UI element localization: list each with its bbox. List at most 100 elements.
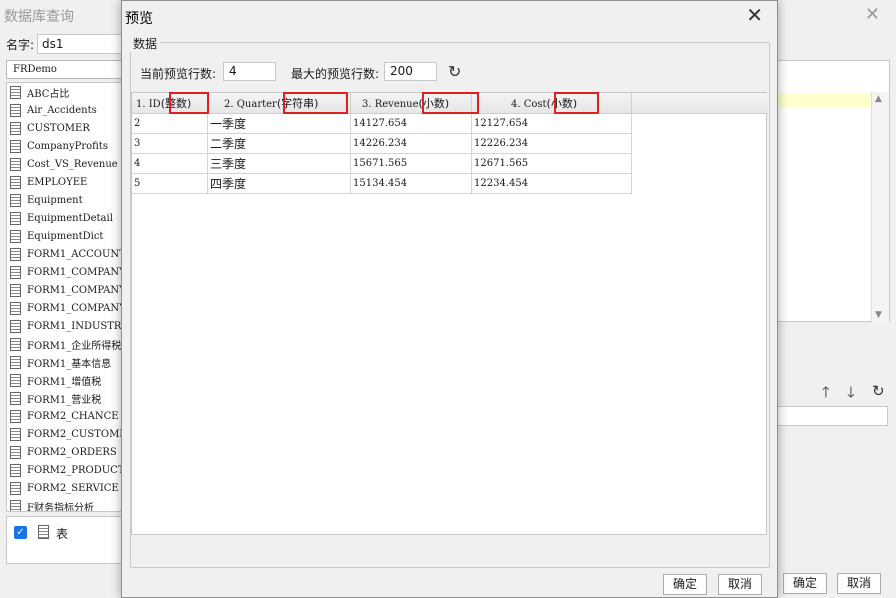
table-list-item[interactable]: FORM2_SERVICE — [7, 479, 122, 497]
table-icon — [10, 409, 21, 423]
table-list-item[interactable]: F财务指标分析 — [7, 497, 122, 511]
cell-cost: 12226.234 — [472, 134, 632, 154]
table-list-item[interactable]: CUSTOMER — [7, 119, 122, 137]
table-list-item[interactable]: FORM1_ACCOUNTTI — [7, 245, 122, 263]
cell-quarter: 一季度 — [208, 114, 351, 134]
table-icon — [38, 525, 49, 539]
table-icon — [10, 445, 21, 459]
table-list-item[interactable]: CompanyProfits — [7, 137, 122, 155]
column-type: (小数) — [418, 97, 450, 110]
table-list-label: FORM1_营业税 — [27, 394, 102, 406]
table-list-item[interactable]: FORM1_增值税 — [7, 371, 122, 389]
cell-id: 5 — [132, 174, 208, 194]
table-icon — [10, 211, 21, 225]
database-select[interactable]: FRDemo — [6, 60, 123, 79]
table-row[interactable]: 3 二季度 14226.234 12226.234 — [132, 134, 632, 154]
table-icon — [10, 85, 21, 99]
table-row[interactable]: 4 三季度 15671.565 12671.565 — [132, 154, 632, 174]
table-row[interactable]: 5 四季度 15134.454 12234.454 — [132, 174, 632, 194]
table-list-label: EMPLOYEE — [27, 176, 88, 188]
sql-editor-scrollbar[interactable]: ▲ ▼ — [871, 92, 889, 322]
cancel-button[interactable]: 取消 — [718, 574, 762, 595]
table-icon — [10, 355, 21, 369]
table-list-item[interactable]: Cost_VS_Revenue — [7, 155, 122, 173]
column-header-quarter[interactable]: 2. Quarter(字符串) — [208, 93, 351, 114]
table-list-item[interactable]: FORM1_COMPANYLIC — [7, 281, 122, 299]
table-list-item[interactable]: Air_Accidents — [7, 101, 122, 119]
cell-revenue: 15134.454 — [351, 174, 472, 194]
parameter-field[interactable] — [774, 406, 888, 426]
cell-id: 2 — [132, 114, 208, 134]
table-row[interactable]: 2 一季度 14127.654 12127.654 — [132, 114, 632, 134]
dialog-close-icon[interactable]: ✕ — [746, 3, 763, 27]
table-checkbox[interactable]: ✓ — [14, 526, 27, 539]
table-list-item[interactable]: FORM2_PRODUCT — [7, 461, 122, 479]
table-list-label: FORM2_CUSTOMER — [27, 428, 122, 440]
table-icon — [10, 337, 21, 351]
scroll-down-icon[interactable]: ▼ — [875, 310, 882, 320]
table-checkbox-label: 表 — [56, 527, 69, 541]
column-type: (小数) — [546, 97, 578, 110]
table-icon — [10, 319, 21, 333]
table-list-label: FORM1_增值税 — [27, 376, 102, 388]
table-list-item[interactable]: FORM1_基本信息 — [7, 353, 122, 371]
table-list-item[interactable]: EquipmentDict — [7, 227, 122, 245]
table-list-item[interactable]: FORM1_企业所得税 — [7, 335, 122, 353]
cell-id: 3 — [132, 134, 208, 154]
table-list-item[interactable]: EquipmentDetail — [7, 209, 122, 227]
table-list-item[interactable]: EMPLOYEE — [7, 173, 122, 191]
column-header-id[interactable]: 1. ID(整数) — [132, 93, 208, 114]
move-down-icon[interactable]: 🡓 — [847, 382, 855, 407]
refresh-icon[interactable]: ↻ — [448, 62, 461, 81]
bg-ok-button[interactable]: 确定 — [783, 573, 827, 594]
table-icon — [10, 193, 21, 207]
table-list-label: CUSTOMER — [27, 122, 90, 134]
table-list-item[interactable]: FORM2_CUSTOMER — [7, 425, 122, 443]
table-list-item[interactable]: FORM2_CHANCE — [7, 407, 122, 425]
table-list-item[interactable]: FORM1_COMPANY — [7, 263, 122, 281]
table-list-item[interactable]: FORM2_ORDERS — [7, 443, 122, 461]
move-up-icon[interactable]: 🡑 — [822, 382, 830, 407]
column-name: 1. ID — [136, 99, 161, 110]
bg-cancel-button[interactable]: 取消 — [837, 573, 881, 594]
table-list-label: CompanyProfits — [27, 140, 108, 152]
cell-cost: 12234.454 — [472, 174, 632, 194]
scroll-up-icon[interactable]: ▲ — [875, 94, 882, 104]
table-icon — [10, 391, 21, 405]
column-header-revenue[interactable]: 3. Revenue(小数) — [351, 93, 472, 114]
table-list-label: FORM2_SERVICE — [27, 482, 119, 494]
table-icon — [10, 139, 21, 153]
table-icon — [10, 499, 21, 511]
table-list-item[interactable]: Equipment — [7, 191, 122, 209]
name-input[interactable]: ds1 — [37, 34, 123, 54]
column-name: 3. Revenue — [362, 99, 419, 110]
table-list-label: FORM1_COMPANY — [27, 266, 123, 278]
table-list-item[interactable]: ABC占比 — [7, 83, 122, 101]
table-list-label: Air_Accidents — [27, 104, 97, 116]
table-icon — [10, 427, 21, 441]
table-icon — [10, 283, 21, 297]
table-list-item[interactable]: FORM1_营业税 — [7, 389, 122, 407]
cell-revenue: 14127.654 — [351, 114, 472, 134]
column-type: (整数) — [160, 97, 192, 110]
refresh-params-icon[interactable]: ↻ — [872, 382, 885, 400]
preview-dialog: 预览 ✕ 数据 当前预览行数: 4 最大的预览行数: 200 ↻ 1. ID(整… — [121, 0, 778, 598]
dialog-title: 预览 — [125, 11, 153, 27]
max-rows-input[interactable]: 200 — [384, 62, 437, 81]
cell-cost: 12671.565 — [472, 154, 632, 174]
table-icon — [10, 373, 21, 387]
current-rows-field[interactable]: 4 — [223, 62, 276, 81]
table-list-item[interactable]: FORM1_COMPANYTYP — [7, 299, 122, 317]
table-tree[interactable]: ABC占比 Air_Accidents CUSTOMER CompanyProfits… — [6, 82, 123, 512]
cell-revenue: 15671.565 — [351, 154, 472, 174]
ok-button[interactable]: 确定 — [663, 574, 707, 595]
cell-cost: 12127.654 — [472, 114, 632, 134]
table-list-item[interactable]: FORM1_INDUSTRY — [7, 317, 122, 335]
table-list-label: FORM2_PRODUCT — [27, 464, 123, 476]
column-header-cost[interactable]: 4. Cost(小数) — [472, 93, 632, 114]
window-close-icon[interactable]: ✕ — [865, 4, 880, 25]
table-icon — [10, 265, 21, 279]
preview-table[interactable]: 1. ID(整数) 2. Quarter(字符串) 3. Revenue(小数)… — [131, 92, 768, 535]
table-icon — [10, 229, 21, 243]
cell-quarter: 四季度 — [208, 174, 351, 194]
